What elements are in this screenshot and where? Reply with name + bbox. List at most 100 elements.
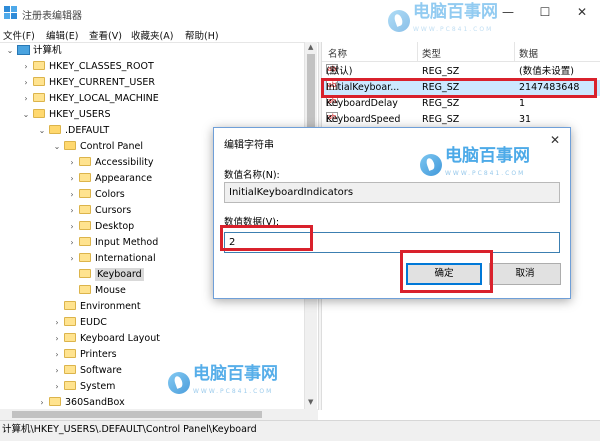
tree-node-computer[interactable]: ⌄ 计算机 bbox=[7, 43, 62, 59]
chevron-right-icon[interactable]: › bbox=[67, 203, 77, 219]
menu-favorites[interactable]: 收藏夹(A) bbox=[131, 28, 173, 42]
edit-string-dialog: 编辑字符串 ✕ 数值名称(N): InitialKeyboardIndicato… bbox=[213, 127, 571, 299]
value-name-field: InitialKeyboardIndicators bbox=[224, 182, 560, 203]
folder-icon bbox=[64, 301, 76, 310]
tree-node[interactable]: › International bbox=[70, 251, 156, 267]
tree-node[interactable]: › Appearance bbox=[70, 171, 152, 187]
menu-file[interactable]: 文件(F) bbox=[3, 28, 35, 42]
tree-node[interactable]: › Colors bbox=[70, 187, 125, 203]
chevron-right-icon[interactable]: › bbox=[21, 59, 31, 75]
menu-view[interactable]: 查看(V) bbox=[89, 28, 122, 42]
tree-node[interactable]: › HKEY_CLASSES_ROOT bbox=[24, 59, 154, 75]
folder-icon bbox=[33, 61, 45, 70]
list-row[interactable]: ab KeyboardDelay REG_SZ 1 bbox=[322, 96, 600, 112]
row-type: REG_SZ bbox=[422, 98, 460, 109]
chevron-right-icon[interactable]: › bbox=[52, 379, 62, 395]
folder-open-icon bbox=[49, 125, 61, 134]
tree-node[interactable]: › EUDC bbox=[55, 315, 107, 331]
row-highlight-box bbox=[321, 78, 597, 98]
chevron-down-icon[interactable]: ⌄ bbox=[21, 107, 31, 123]
tree-node[interactable]: › Input Method bbox=[70, 235, 158, 251]
list-header: 名称 类型 数据 bbox=[322, 42, 600, 62]
folder-icon bbox=[79, 157, 91, 166]
column-header-data[interactable]: 数据 bbox=[519, 46, 538, 60]
tree-node[interactable]: › Printers bbox=[55, 347, 117, 363]
menu-edit[interactable]: 编辑(E) bbox=[46, 28, 78, 42]
tree-node[interactable]: › System bbox=[55, 379, 115, 395]
column-header-name[interactable]: 名称 bbox=[328, 46, 347, 60]
close-button[interactable]: ✕ bbox=[575, 6, 589, 18]
tree-node[interactable]: Environment bbox=[64, 299, 141, 315]
chevron-right-icon[interactable]: › bbox=[21, 75, 31, 91]
folder-icon bbox=[79, 237, 91, 246]
chevron-right-icon[interactable]: › bbox=[67, 235, 77, 251]
row-type: REG_SZ bbox=[422, 114, 460, 125]
folder-icon bbox=[64, 317, 76, 326]
row-data: 1 bbox=[519, 98, 526, 109]
chevron-right-icon[interactable]: › bbox=[67, 187, 77, 203]
folder-open-icon bbox=[33, 109, 45, 118]
folder-icon bbox=[79, 285, 91, 294]
tree-node[interactable]: › Keyboard Layout bbox=[55, 331, 160, 347]
tree-node[interactable]: › Desktop bbox=[70, 219, 134, 235]
folder-icon bbox=[79, 221, 91, 230]
folder-icon bbox=[64, 349, 76, 358]
tree-horizontal-scrollbar[interactable] bbox=[0, 409, 318, 420]
tree-node[interactable]: › Cursors bbox=[70, 203, 131, 219]
tree-node[interactable]: ⌄ Control Panel bbox=[54, 139, 143, 155]
chevron-right-icon[interactable]: › bbox=[67, 155, 77, 171]
chevron-down-icon[interactable]: ⌄ bbox=[52, 139, 62, 155]
chevron-right-icon[interactable]: › bbox=[67, 219, 77, 235]
chevron-right-icon[interactable]: › bbox=[67, 251, 77, 267]
folder-open-icon bbox=[64, 141, 76, 150]
input-highlight-box bbox=[220, 225, 313, 251]
menu-help[interactable]: 帮助(H) bbox=[185, 28, 219, 42]
tree-node[interactable]: › 360SandBox bbox=[40, 395, 125, 410]
title-bar: 注册表编辑器 — ☐ ✕ bbox=[0, 0, 600, 26]
chevron-right-icon[interactable]: › bbox=[52, 347, 62, 363]
button-highlight-box bbox=[400, 250, 493, 293]
chevron-right-icon[interactable]: › bbox=[67, 171, 77, 187]
scroll-down-icon[interactable]: ▼ bbox=[308, 398, 313, 406]
chevron-down-icon[interactable]: ⌄ bbox=[5, 43, 15, 59]
tree-node[interactable]: › Software bbox=[55, 363, 122, 379]
tree-node[interactable]: ⌄ HKEY_USERS bbox=[23, 107, 111, 123]
status-bar: 计算机\HKEY_USERS\.DEFAULT\Control Panel\Ke… bbox=[0, 420, 600, 441]
chevron-right-icon[interactable]: › bbox=[52, 331, 62, 347]
maximize-button[interactable]: ☐ bbox=[538, 6, 552, 18]
chevron-right-icon[interactable]: › bbox=[37, 395, 47, 410]
value-name-label: 数值名称(N): bbox=[224, 170, 280, 181]
column-divider[interactable] bbox=[514, 42, 515, 62]
tree-node[interactable]: › HKEY_LOCAL_MACHINE bbox=[24, 91, 159, 107]
folder-icon bbox=[64, 381, 76, 390]
scroll-up-icon[interactable]: ▲ bbox=[308, 43, 313, 51]
dialog-close-icon[interactable]: ✕ bbox=[550, 133, 560, 147]
window-title: 注册表编辑器 bbox=[22, 11, 82, 22]
chevron-down-icon[interactable]: ⌄ bbox=[37, 123, 47, 139]
folder-icon bbox=[79, 205, 91, 214]
chevron-right-icon[interactable]: › bbox=[52, 315, 62, 331]
folder-icon bbox=[49, 397, 61, 406]
dialog-title: 编辑字符串 bbox=[224, 140, 274, 151]
chevron-right-icon[interactable]: › bbox=[52, 363, 62, 379]
row-data: 31 bbox=[519, 114, 532, 125]
folder-icon bbox=[64, 365, 76, 374]
scrollbar-thumb[interactable] bbox=[12, 411, 262, 418]
column-divider[interactable] bbox=[417, 42, 418, 62]
tree-node[interactable]: Mouse bbox=[79, 283, 126, 299]
computer-icon bbox=[17, 44, 30, 55]
folder-icon bbox=[79, 253, 91, 262]
chevron-right-icon[interactable]: › bbox=[21, 91, 31, 107]
tree-node[interactable]: › HKEY_CURRENT_USER bbox=[24, 75, 155, 91]
list-row[interactable]: ab KeyboardSpeed REG_SZ 31 bbox=[322, 112, 600, 128]
folder-icon bbox=[79, 269, 91, 278]
tree-node[interactable]: ⌄ .DEFAULT bbox=[39, 123, 109, 139]
folder-icon bbox=[79, 189, 91, 198]
menu-bar: 文件(F) 编辑(E) 查看(V) 收藏夹(A) 帮助(H) bbox=[0, 26, 600, 42]
column-header-type[interactable]: 类型 bbox=[422, 46, 441, 60]
tree-node-selected[interactable]: Keyboard bbox=[79, 267, 144, 283]
cancel-button[interactable]: 取消 bbox=[489, 263, 561, 285]
tree-node[interactable]: › Accessibility bbox=[70, 155, 153, 171]
folder-icon bbox=[64, 333, 76, 342]
minimize-button[interactable]: — bbox=[501, 6, 515, 18]
